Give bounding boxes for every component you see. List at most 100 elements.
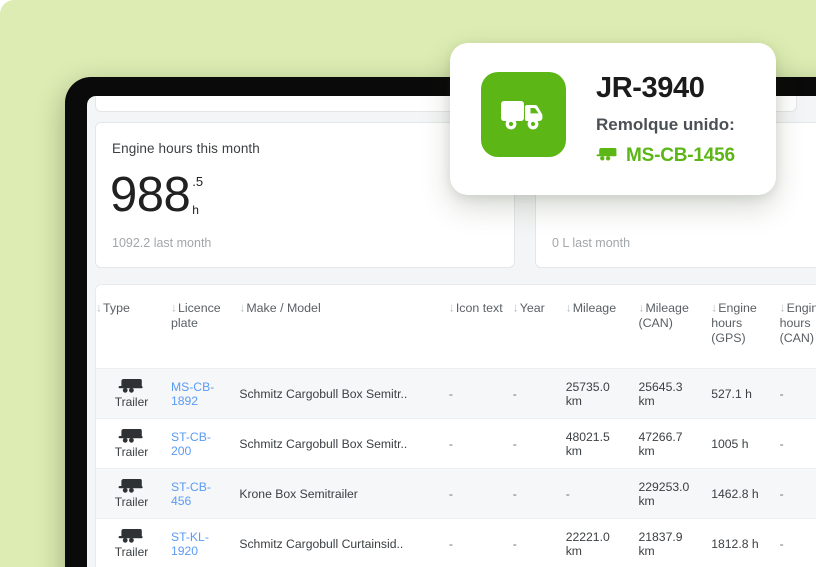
table-header-row: ↓Type ↓Licence plate ↓Make / Model ↓Icon… xyxy=(96,285,816,369)
cell-engine-hours-gps: 1462.8 h xyxy=(711,468,780,519)
vehicle-type-label: Trailer xyxy=(114,445,149,459)
column-header-year[interactable]: ↓Year xyxy=(513,285,566,369)
column-header-label: Mileage (CAN) xyxy=(638,301,689,330)
vehicle-type: Trailer xyxy=(96,478,167,509)
licence-plate-link[interactable]: ST-CB- 200 xyxy=(171,430,211,458)
cell-year: - xyxy=(512,518,566,567)
popup-trailer-row[interactable]: MS-CB-1456 xyxy=(596,145,735,167)
cell-mileage-can: 25645.3 km xyxy=(638,368,712,419)
cell-make-model: Schmitz Cargobull Box Semitr.. xyxy=(239,368,449,419)
licence-plate-link[interactable]: MS-CB- 1892 xyxy=(171,380,214,408)
truck-icon xyxy=(481,72,566,157)
cell-year: - xyxy=(512,418,566,469)
cell-type: Trailer xyxy=(96,418,171,469)
vehicle-type-label: Trailer xyxy=(114,395,149,409)
cell-make-model: Schmitz Cargobull Curtainsid.. xyxy=(239,518,449,567)
cell-type: Trailer xyxy=(96,368,171,419)
cell-engine-hours-gps: 527.1 h xyxy=(711,368,780,419)
trailer-icon xyxy=(118,528,144,543)
cell-engine-hours-can: - xyxy=(779,368,816,419)
licence-plate-link[interactable]: ST-CB- 456 xyxy=(171,480,211,508)
fleet-table: ↓Type ↓Licence plate ↓Make / Model ↓Icon… xyxy=(96,285,816,567)
column-header-engine-hours-can[interactable]: ↓Engine hours (CAN) xyxy=(780,285,816,369)
sort-down-icon: ↓ xyxy=(512,300,519,315)
kpi-subtitle: 1092.2 last month xyxy=(112,236,212,250)
sort-down-icon: ↓ xyxy=(779,300,786,315)
trailer-icon xyxy=(118,478,144,493)
cell-year: - xyxy=(512,368,566,419)
cell-icon-text: - xyxy=(448,468,513,519)
sort-down-icon: ↓ xyxy=(96,300,102,315)
vehicle-type-label: Trailer xyxy=(114,545,149,559)
cell-licence-plate: MS-CB- 1892 xyxy=(170,368,240,419)
column-header-mileage-can[interactable]: ↓Mileage (CAN) xyxy=(638,285,711,369)
trailer-icon xyxy=(118,428,144,443)
table-row[interactable]: Trailer ST-KL- 1920 Schmitz Cargobull Curta… xyxy=(96,518,816,567)
column-header-make-model[interactable]: ↓Make / Model xyxy=(239,285,449,369)
cell-engine-hours-can: - xyxy=(779,518,816,567)
vehicle-info-popup: JR-3940 Remolque unido: MS-CB-1456 xyxy=(450,43,776,195)
cell-engine-hours-can: - xyxy=(779,418,816,469)
trailer-icon-svg xyxy=(119,429,144,443)
column-header-licence-plate[interactable]: ↓Licence plate xyxy=(171,285,239,369)
vehicle-type-label: Trailer xyxy=(114,495,149,509)
kpi-title: Engine hours this month xyxy=(112,141,260,156)
kpi-value-unit: h xyxy=(192,203,199,217)
vehicle-type: Trailer xyxy=(96,378,167,409)
column-header-mileage[interactable]: ↓Mileage xyxy=(566,285,639,369)
popup-vehicle-plate: JR-3940 xyxy=(596,72,705,104)
cell-licence-plate: ST-CB- 456 xyxy=(170,468,240,519)
cell-icon-text: - xyxy=(448,418,513,469)
kpi-value-main: 988 xyxy=(110,168,191,222)
column-header-label: Type xyxy=(103,301,130,315)
table-row[interactable]: Trailer ST-CB- 200 Schmitz Cargobull Box Se… xyxy=(96,418,816,469)
cell-make-model: Schmitz Cargobull Box Semitr.. xyxy=(239,418,449,469)
cell-type: Trailer xyxy=(96,518,171,567)
column-header-type[interactable]: ↓Type xyxy=(96,285,171,369)
column-header-engine-hours-gps[interactable]: ↓Engine hours (GPS) xyxy=(711,285,779,369)
table-row[interactable]: Trailer ST-CB- 456 Krone Box Semitrailer - - -… xyxy=(96,468,816,519)
vehicle-type: Trailer xyxy=(96,428,167,459)
cell-type: Trailer xyxy=(96,468,171,519)
cell-icon-text: - xyxy=(448,368,513,419)
vehicle-type: Trailer xyxy=(96,528,167,559)
column-header-label: Licence plate xyxy=(170,301,221,330)
table-row[interactable]: Trailer MS-CB- 1892 Schmitz Cargobull Box S… xyxy=(96,368,816,419)
fleet-table-body: Trailer MS-CB- 1892 Schmitz Cargobull Box S… xyxy=(96,368,816,567)
trailer-icon-svg xyxy=(119,379,144,393)
column-header-label: Engine hours (GPS) xyxy=(711,301,757,345)
column-header-icon-text[interactable]: ↓Icon text xyxy=(449,285,513,369)
cell-licence-plate: ST-CB- 200 xyxy=(170,418,240,469)
cell-mileage: 25735.0 km xyxy=(565,368,639,419)
trailer-icon xyxy=(596,147,618,166)
sort-down-icon: ↓ xyxy=(448,300,455,315)
cell-engine-hours-can: - xyxy=(779,468,816,519)
trailer-icon xyxy=(118,378,144,393)
trailer-icon-svg xyxy=(596,147,617,160)
cell-engine-hours-gps: 1812.8 h xyxy=(711,518,780,567)
kpi-value-suffix: .5 h xyxy=(192,171,203,217)
fleet-table-card: ↓Type ↓Licence plate ↓Make / Model ↓Icon… xyxy=(95,284,816,567)
licence-plate-link[interactable]: ST-KL- 1920 xyxy=(171,530,209,558)
cell-mileage-can: 229253.0 km xyxy=(638,468,712,519)
cell-mileage: - xyxy=(565,468,639,519)
sort-down-icon: ↓ xyxy=(565,300,572,315)
cell-mileage-can: 47266.7 km xyxy=(638,418,712,469)
cell-icon-text: - xyxy=(448,518,513,567)
cell-year: - xyxy=(512,468,566,519)
sort-down-icon: ↓ xyxy=(239,300,246,315)
column-header-label: Make / Model xyxy=(246,301,321,315)
column-header-label: Year xyxy=(519,301,545,315)
cell-engine-hours-gps: 1005 h xyxy=(711,418,780,469)
page-background: Engine hours this month 988 .5 h 1092.2 … xyxy=(0,0,816,567)
sort-down-icon: ↓ xyxy=(638,300,645,315)
popup-subtitle: Remolque unido: xyxy=(596,115,735,134)
fleet-table-head: ↓Type ↓Licence plate ↓Make / Model ↓Icon… xyxy=(96,285,816,369)
trailer-icon-svg xyxy=(119,479,144,493)
sort-down-icon: ↓ xyxy=(170,300,177,315)
popup-trailer-plate: MS-CB-1456 xyxy=(626,145,735,166)
cell-mileage-can: 21837.9 km xyxy=(638,518,712,567)
cell-mileage: 48021.5 km xyxy=(565,418,639,469)
cell-mileage: 22221.0 km xyxy=(565,518,639,567)
cell-make-model: Krone Box Semitrailer xyxy=(239,468,449,519)
